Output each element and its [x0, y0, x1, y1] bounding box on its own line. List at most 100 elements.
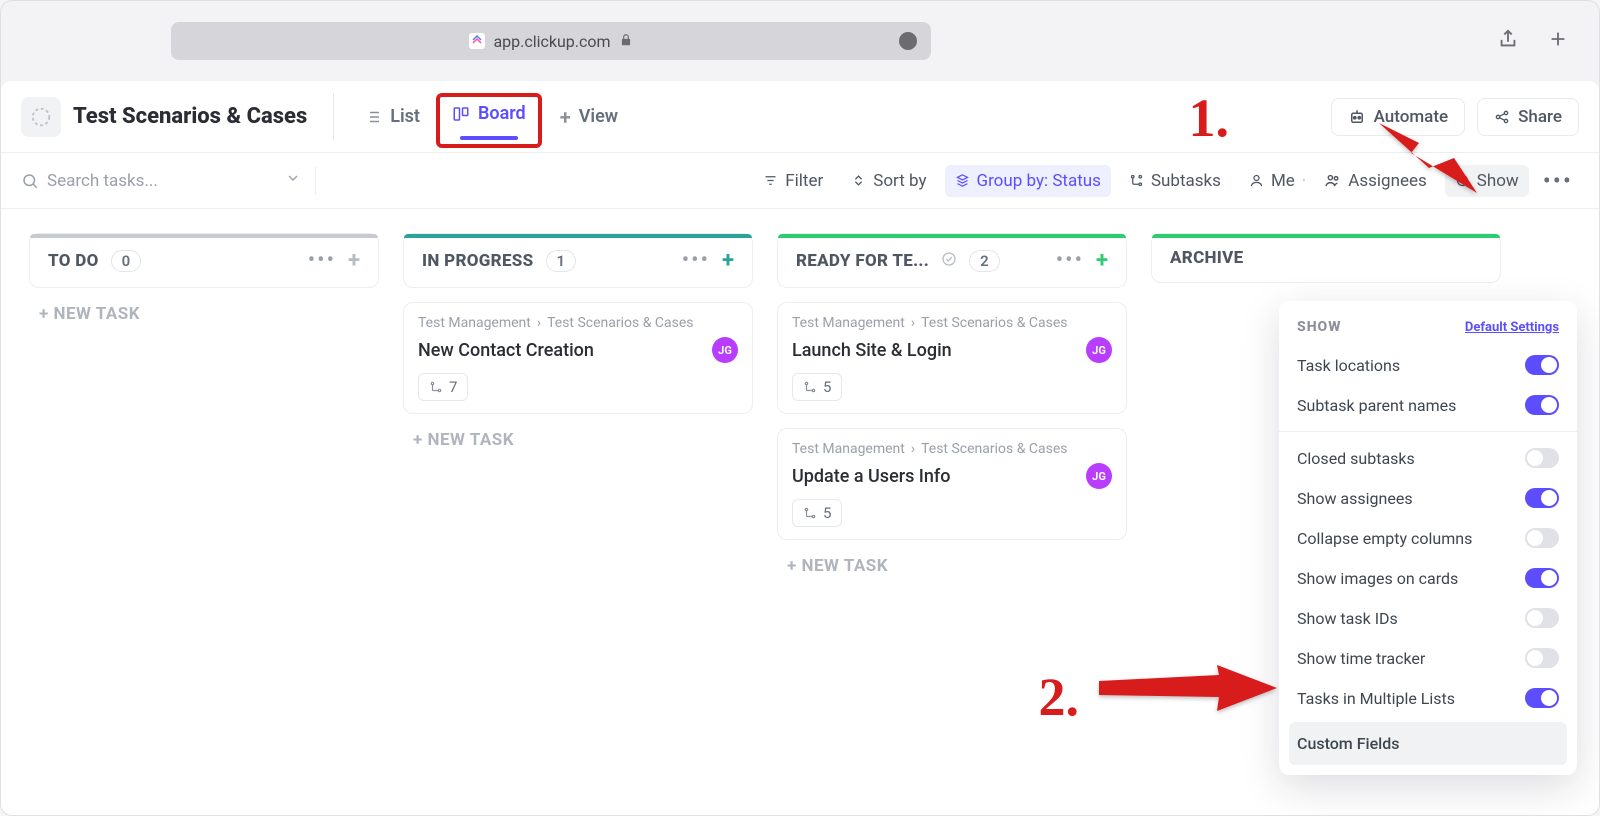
show-panel-row[interactable]: Show time tracker [1279, 638, 1577, 678]
toggle[interactable] [1525, 528, 1559, 548]
assignee-avatar[interactable]: JG [712, 337, 738, 363]
card-title: Launch Site & Login [792, 340, 952, 361]
show-panel-row[interactable]: Task locations [1279, 345, 1577, 385]
column-count: 1 [546, 250, 577, 272]
column-add-icon[interactable]: + [722, 248, 734, 273]
show-option-label: Closed subtasks [1297, 449, 1415, 468]
card-title: New Contact Creation [418, 340, 594, 361]
task-card[interactable]: Test Management›Test Scenarios & CasesUp… [777, 428, 1127, 540]
space-icon[interactable] [21, 97, 61, 137]
toggle[interactable] [1525, 395, 1559, 415]
card-breadcrumb: Test Management›Test Scenarios & Cases [418, 315, 738, 331]
filter-button[interactable]: Filter [753, 165, 833, 197]
show-panel-row[interactable]: Show images on cards [1279, 558, 1577, 598]
people-icon [1324, 172, 1341, 189]
show-panel-row[interactable]: Closed subtasks [1279, 438, 1577, 478]
subtask-count[interactable]: 7 [418, 373, 468, 401]
group-by-button[interactable]: Group by: Status [945, 165, 1111, 197]
show-panel-row[interactable]: Subtask parent names [1279, 385, 1577, 425]
add-view-button[interactable]: + View [542, 97, 636, 137]
show-option-label: Subtask parent names [1297, 396, 1456, 415]
toolbar-more-icon[interactable]: ••• [1537, 167, 1579, 195]
new-task-button[interactable]: + NEW TASK [403, 414, 753, 466]
show-option-label: Show assignees [1297, 489, 1413, 508]
custom-fields-label: Custom Fields [1297, 734, 1400, 753]
column-more-icon[interactable]: ••• [1056, 248, 1084, 273]
show-option-label: Show time tracker [1297, 649, 1425, 668]
column-header[interactable]: ARCHIVE [1151, 233, 1501, 283]
view-tab-board[interactable]: Board [452, 103, 526, 124]
omnibox[interactable]: app.clickup.com [171, 22, 931, 60]
show-panel-row[interactable]: Collapse empty columns [1279, 518, 1577, 558]
show-option-label: Collapse empty columns [1297, 529, 1472, 548]
annotation-highlight-board: Board [436, 93, 542, 148]
filter-label: Filter [785, 171, 823, 191]
annotation-2: 2. [1039, 666, 1080, 728]
subtasks-label: Subtasks [1151, 171, 1221, 191]
task-card[interactable]: Test Management›Test Scenarios & Cases Ne… [403, 302, 753, 414]
browser-toolbar: app.clickup.com [1, 1, 1599, 81]
toggle[interactable] [1525, 608, 1559, 628]
board-column: TO DO0•••++ NEW TASK [29, 233, 379, 340]
search-input[interactable]: Search tasks... [21, 170, 301, 191]
column-header[interactable]: IN PROGRESS1•••+ [403, 233, 753, 288]
sort-button[interactable]: Sort by [841, 165, 936, 197]
omnibox-menu-icon[interactable] [899, 32, 917, 50]
assignee-avatar[interactable]: JG [1086, 337, 1112, 363]
show-panel-row[interactable]: Tasks in Multiple Lists [1279, 678, 1577, 718]
show-option-label: Show task IDs [1297, 609, 1398, 628]
toggle[interactable] [1525, 568, 1559, 588]
view-tab-list-label: List [390, 106, 420, 127]
chevron-down-icon[interactable] [285, 170, 301, 191]
card-breadcrumb: Test Management›Test Scenarios & Cases [792, 315, 1112, 331]
column-more-icon[interactable]: ••• [682, 248, 710, 273]
column-count: 2 [969, 250, 1000, 272]
show-panel-row[interactable]: Show task IDs [1279, 598, 1577, 638]
annotation-arrow-2 [1099, 663, 1279, 717]
me-label: Me [1271, 171, 1295, 191]
assignee-avatar[interactable]: JG [1086, 463, 1112, 489]
check-icon [941, 251, 957, 271]
search-icon [21, 172, 39, 190]
column-add-icon[interactable]: + [348, 248, 360, 273]
lock-icon [619, 32, 633, 51]
custom-fields-row[interactable]: Custom Fields [1289, 722, 1567, 765]
board-column: READY FOR TE...2•••+Test Management›Test… [777, 233, 1127, 592]
toggle[interactable] [1525, 688, 1559, 708]
new-task-button[interactable]: + NEW TASK [777, 540, 1127, 592]
subtask-count[interactable]: 5 [792, 499, 842, 527]
card-breadcrumb: Test Management›Test Scenarios & Cases [792, 441, 1112, 457]
toggle[interactable] [1525, 648, 1559, 668]
column-header[interactable]: TO DO0•••+ [29, 233, 379, 288]
group-label: Group by: Status [977, 171, 1101, 191]
show-option-label: Task locations [1297, 356, 1400, 375]
url-text: app.clickup.com [493, 32, 610, 51]
new-tab-icon[interactable] [1547, 28, 1569, 54]
column-title: ARCHIVE [1170, 248, 1243, 268]
board-column: ARCHIVE [1151, 233, 1501, 283]
view-tab-list[interactable]: List [348, 98, 436, 135]
column-more-icon[interactable]: ••• [308, 248, 336, 273]
column-add-icon[interactable]: + [1096, 248, 1108, 273]
show-panel-reset[interactable]: Default Settings [1465, 320, 1559, 335]
new-task-button[interactable]: + NEW TASK [29, 288, 379, 340]
task-card[interactable]: Test Management›Test Scenarios & Cases La… [777, 302, 1127, 414]
page-title: Test Scenarios & Cases [73, 104, 307, 129]
column-header[interactable]: READY FOR TE...2•••+ [777, 233, 1127, 288]
show-panel-row[interactable]: Show assignees [1279, 478, 1577, 518]
subtasks-button[interactable]: Subtasks [1119, 165, 1231, 197]
share-button[interactable]: Share [1477, 98, 1579, 136]
add-view-label: View [579, 106, 618, 127]
show-panel: SHOW Default Settings Task locationsSubt… [1279, 301, 1577, 775]
toggle[interactable] [1525, 448, 1559, 468]
me-button[interactable]: Me · [1239, 165, 1316, 197]
show-option-label: Show images on cards [1297, 569, 1458, 588]
share-sheet-icon[interactable] [1497, 28, 1519, 54]
toggle[interactable] [1525, 355, 1559, 375]
sort-label: Sort by [873, 171, 926, 191]
filter-icon [763, 173, 778, 188]
board-column: IN PROGRESS1•••+Test Management›Test Sce… [403, 233, 753, 466]
subtask-count[interactable]: 5 [792, 373, 842, 401]
annotation-1: 1. [1189, 87, 1230, 149]
toggle[interactable] [1525, 488, 1559, 508]
